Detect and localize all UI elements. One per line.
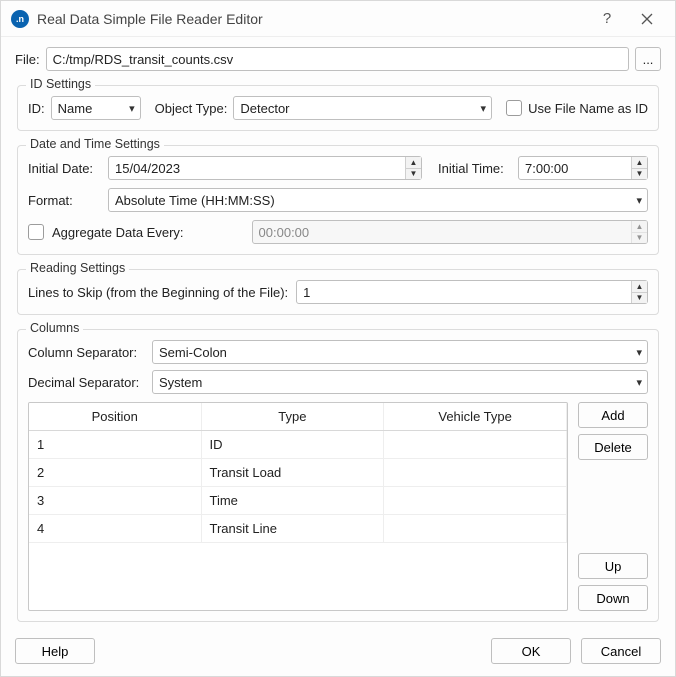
titlebar: .n Real Data Simple File Reader Editor ? — [1, 1, 675, 37]
initial-time-input[interactable] — [518, 156, 648, 180]
col-header-type: Type — [201, 403, 384, 431]
table-cell-position[interactable]: 4 — [29, 515, 201, 543]
format-label: Format: — [28, 193, 100, 208]
file-path-input[interactable] — [46, 47, 629, 71]
col-sep-label: Column Separator: — [28, 345, 144, 360]
id-select[interactable] — [51, 96, 141, 120]
table-cell-vehicle[interactable] — [384, 431, 567, 459]
col-header-vehicle: Vehicle Type — [384, 403, 567, 431]
reading-settings-group: Reading Settings Lines to Skip (from the… — [17, 269, 659, 315]
id-label: ID: — [28, 101, 45, 116]
table-cell-position[interactable]: 2 — [29, 459, 201, 487]
dec-sep-label: Decimal Separator: — [28, 375, 144, 390]
date-time-settings-group: Date and Time Settings Initial Date: ▲▼ … — [17, 145, 659, 255]
id-settings-group: ID Settings ID: ▾ Object Type: ▾ Use Fil… — [17, 85, 659, 131]
object-type-select[interactable] — [233, 96, 492, 120]
aggregate-label: Aggregate Data Every: — [52, 225, 184, 240]
id-settings-title: ID Settings — [26, 77, 95, 91]
spin-down-button[interactable]: ▼ — [632, 169, 647, 180]
spin-up-button: ▲ — [632, 221, 647, 233]
table-cell-position[interactable]: 1 — [29, 431, 201, 459]
help-button[interactable]: Help — [15, 638, 95, 664]
close-icon — [641, 13, 653, 25]
delete-column-button[interactable]: Delete — [578, 434, 648, 460]
use-filename-label: Use File Name as ID — [528, 101, 648, 116]
table-row[interactable]: 2Transit Load — [29, 459, 567, 487]
table-row[interactable]: 3Time — [29, 487, 567, 515]
aggregate-interval-input — [252, 220, 648, 244]
table-cell-type[interactable]: Transit Line — [201, 515, 384, 543]
date-time-title: Date and Time Settings — [26, 137, 164, 151]
use-filename-checkbox[interactable] — [506, 100, 522, 116]
column-separator-select[interactable] — [152, 340, 648, 364]
aggregate-checkbox[interactable] — [28, 224, 44, 240]
decimal-separator-select[interactable] — [152, 370, 648, 394]
file-label: File: — [15, 52, 40, 67]
spin-down-button: ▼ — [632, 233, 647, 244]
table-cell-type[interactable]: ID — [201, 431, 384, 459]
spin-up-button[interactable]: ▲ — [632, 281, 647, 293]
lines-to-skip-label: Lines to Skip (from the Beginning of the… — [28, 285, 288, 300]
object-type-label: Object Type: — [155, 101, 228, 116]
dialog-window: .n Real Data Simple File Reader Editor ?… — [0, 0, 676, 677]
columns-title: Columns — [26, 321, 83, 335]
format-select[interactable] — [108, 188, 648, 212]
cancel-button[interactable]: Cancel — [581, 638, 661, 664]
table-cell-position[interactable]: 3 — [29, 487, 201, 515]
window-title: Real Data Simple File Reader Editor — [37, 11, 587, 27]
columns-group: Columns Column Separator: ▾ Decimal Sepa… — [17, 329, 659, 622]
spin-up-button[interactable]: ▲ — [406, 157, 421, 169]
browse-button[interactable]: ... — [635, 47, 661, 71]
table-row[interactable]: 4Transit Line — [29, 515, 567, 543]
help-titlebar-button[interactable]: ? — [587, 1, 627, 37]
close-titlebar-button[interactable] — [627, 1, 667, 37]
app-icon: .n — [11, 10, 29, 28]
spin-down-button[interactable]: ▼ — [632, 293, 647, 304]
table-row[interactable]: 1ID — [29, 431, 567, 459]
file-row: File: ... — [15, 47, 661, 71]
col-header-position: Position — [29, 403, 201, 431]
columns-table[interactable]: Position Type Vehicle Type 1ID2Transit L… — [28, 402, 568, 611]
spin-down-button[interactable]: ▼ — [406, 169, 421, 180]
move-up-button[interactable]: Up — [578, 553, 648, 579]
add-column-button[interactable]: Add — [578, 402, 648, 428]
table-cell-type[interactable]: Transit Load — [201, 459, 384, 487]
table-cell-vehicle[interactable] — [384, 459, 567, 487]
dialog-footer: Help OK Cancel — [1, 630, 675, 676]
dialog-body: File: ... ID Settings ID: ▾ Object Type:… — [1, 37, 675, 630]
table-cell-vehicle[interactable] — [384, 515, 567, 543]
ok-button[interactable]: OK — [491, 638, 571, 664]
move-down-button[interactable]: Down — [578, 585, 648, 611]
initial-date-input[interactable] — [108, 156, 422, 180]
table-cell-type[interactable]: Time — [201, 487, 384, 515]
table-header-row: Position Type Vehicle Type — [29, 403, 567, 431]
spin-up-button[interactable]: ▲ — [632, 157, 647, 169]
initial-time-label: Initial Time: — [438, 161, 510, 176]
lines-to-skip-input[interactable] — [296, 280, 648, 304]
reading-title: Reading Settings — [26, 261, 129, 275]
initial-date-label: Initial Date: — [28, 161, 100, 176]
table-cell-vehicle[interactable] — [384, 487, 567, 515]
columns-side-buttons: Add Delete Up Down — [578, 402, 648, 611]
